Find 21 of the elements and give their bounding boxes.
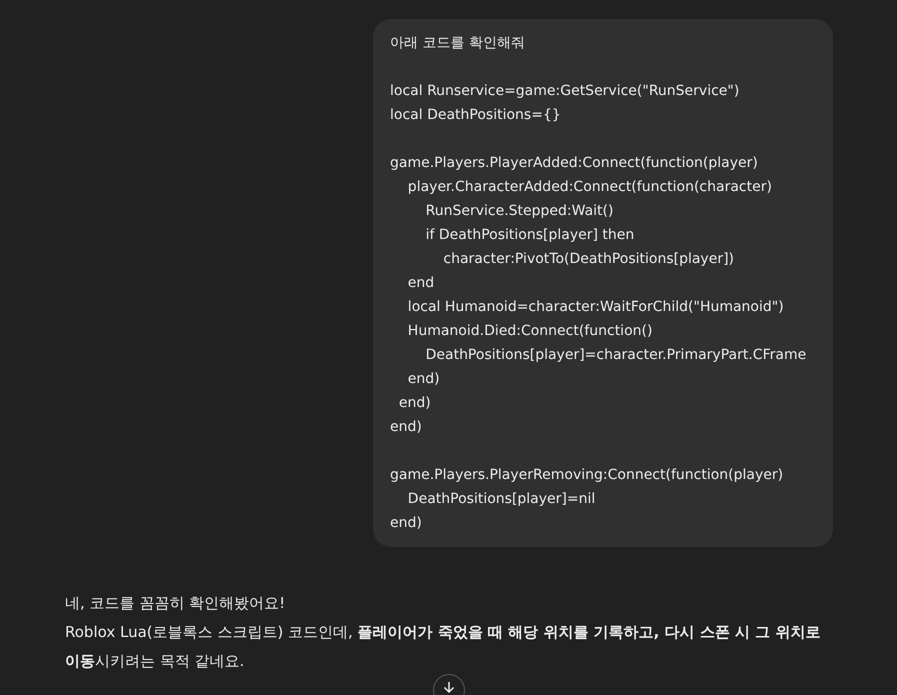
message-line: DeathPositions[player]=nil [406,490,596,509]
message-line: end) [390,418,423,437]
message-line: character:PivotTo(DeathPositions[player]) [442,250,736,269]
message-line: local DeathPositions={} [390,106,562,125]
message-line: if DeathPositions[player] then [424,226,636,245]
answer-paragraph: Roblox Lua(로블록스 스크립트) 코드인데, 플레이어가 죽었을 때 해당 위치를 기록하고, 다시 스폰 시 그 위치로 이동시키려는 목적 같네요. [65,622,822,672]
message-line: local Humanoid=character:WaitForChild("Humanoid") [406,298,785,317]
message-line: end [406,274,436,293]
message-line: player.CharacterAdded:Connect(function(character) [406,178,773,197]
message-line: 아래 코드를 확인해줘 [390,34,526,53]
message-line: end) [406,370,441,389]
message-line: end) [390,514,423,533]
answer-paragraph: 네, 코드를 꼼꼼히 확인해봤어요! [65,593,286,614]
message-line: end) [398,394,432,413]
message-line: RunService.Stepped:Wait() [424,202,614,221]
message-line: DeathPositions[player]=character.PrimaryPart.CFrame [424,346,808,365]
message-line: game.Players.PlayerRemoving:Connect(function(player) [390,466,784,485]
arrow-down-icon [443,681,455,693]
message-line: Humanoid.Died:Connect(function() [406,322,654,341]
message-line: local Runservice=game:GetService("RunService") [390,82,740,101]
message-line: game.Players.PlayerAdded:Connect(function(player) [390,154,759,173]
